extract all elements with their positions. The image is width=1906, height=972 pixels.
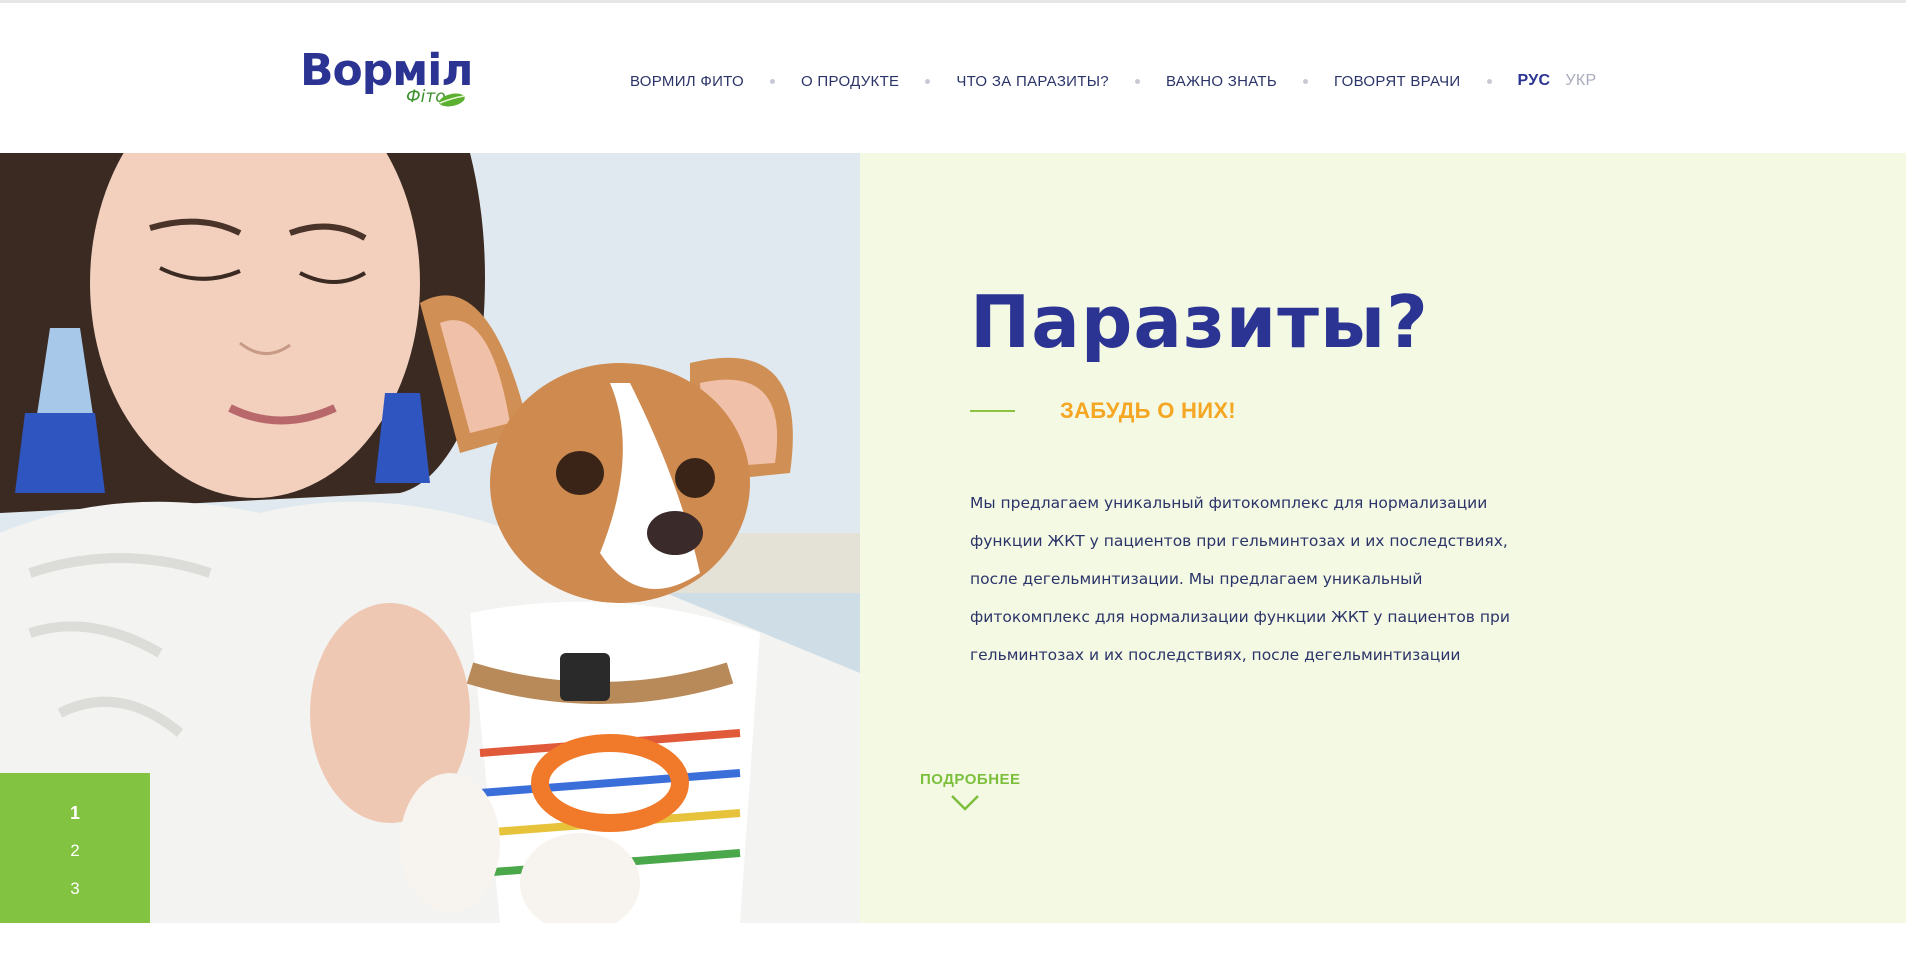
- nav-separator: [925, 78, 931, 84]
- lang-uk[interactable]: Укр: [1565, 72, 1596, 90]
- hero-description: Мы предлагаем уникальный фитокомплекс дл…: [970, 494, 1510, 664]
- site-header: Ворміл Фіто ВОРМИЛ ФИТО О ПРОДУКТЕ ЧТО З…: [0, 3, 1906, 153]
- leaf-icon: [439, 93, 465, 107]
- nav-item-important[interactable]: ВАЖНО ЗНАТЬ: [1166, 73, 1277, 90]
- nav-separator: [1134, 78, 1140, 84]
- lang-ru[interactable]: Рус: [1518, 72, 1551, 90]
- hero-subtitle: ЗАБУДЬ О НИХ!: [1060, 398, 1236, 423]
- more-button[interactable]: ПОДРОБНЕЕ: [920, 771, 1021, 812]
- pager-item-2[interactable]: 2: [0, 841, 150, 861]
- hero-title: Паразиты?: [970, 280, 1429, 364]
- main-nav: ВОРМИЛ ФИТО О ПРОДУКТЕ ЧТО ЗА ПАРАЗИТЫ? …: [630, 69, 1596, 93]
- nav-item-what-parasites[interactable]: ЧТО ЗА ПАРАЗИТЫ?: [956, 73, 1109, 90]
- nav-item-vormil-fito[interactable]: ВОРМИЛ ФИТО: [630, 73, 744, 90]
- nav-separator: [1303, 78, 1309, 84]
- brand-name: Ворміл: [300, 45, 474, 96]
- pager-item-1[interactable]: 1: [0, 803, 150, 824]
- nav-item-about-product[interactable]: О ПРОДУКТЕ: [801, 73, 899, 90]
- more-label: ПОДРОБНЕЕ: [920, 771, 1021, 788]
- brand-logo[interactable]: Ворміл Фіто: [300, 45, 474, 113]
- nav-item-doctors[interactable]: ГОВОРЯТ ВРАЧИ: [1334, 73, 1460, 90]
- nav-separator: [1486, 78, 1492, 84]
- slide-pager: 1 2 3: [0, 773, 150, 923]
- subtitle-line: [970, 410, 1015, 412]
- chevron-down-icon: [951, 795, 979, 811]
- pager-item-3[interactable]: 3: [0, 879, 150, 899]
- nav-separator: [769, 78, 775, 84]
